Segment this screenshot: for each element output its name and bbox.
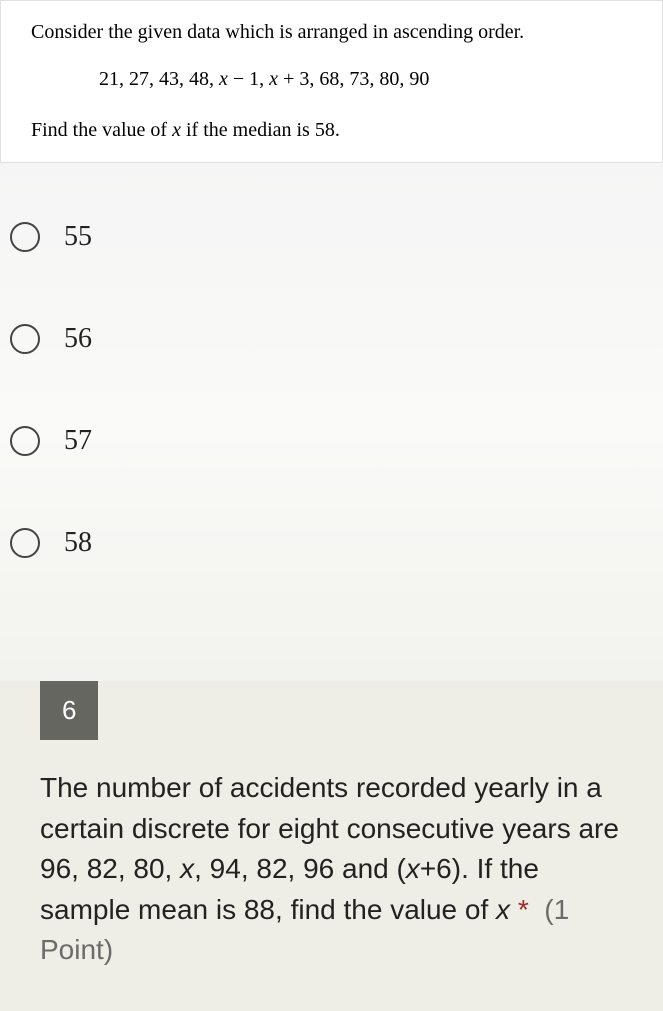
option-label: 58	[64, 527, 92, 559]
option-label: 57	[64, 425, 92, 457]
required-star: *	[518, 894, 529, 925]
question5-prompt1: Consider the given data which is arrange…	[31, 21, 632, 44]
option-58[interactable]: 58	[10, 509, 653, 577]
option-label: 55	[64, 221, 92, 253]
radio-icon[interactable]	[10, 426, 40, 456]
question-number-badge: 6	[40, 681, 98, 740]
radio-icon[interactable]	[10, 528, 40, 558]
question5-prompt2: Find the value of x if the median is 58.	[31, 119, 632, 142]
option-label: 56	[64, 323, 92, 355]
radio-icon[interactable]	[10, 222, 40, 252]
question6-text: The number of accidents recorded yearly …	[40, 768, 623, 971]
option-55[interactable]: 55	[10, 203, 653, 271]
question5-options: 55 56 57 58	[0, 163, 663, 681]
question-5-box: Consider the given data which is arrange…	[0, 0, 663, 163]
question-6-box: 6 The number of accidents recorded yearl…	[0, 681, 663, 1011]
radio-icon[interactable]	[10, 324, 40, 354]
question5-data-list: 21, 27, 43, 48, x − 1, x + 3, 68, 73, 80…	[31, 68, 632, 91]
option-56[interactable]: 56	[10, 305, 653, 373]
option-57[interactable]: 57	[10, 407, 653, 475]
